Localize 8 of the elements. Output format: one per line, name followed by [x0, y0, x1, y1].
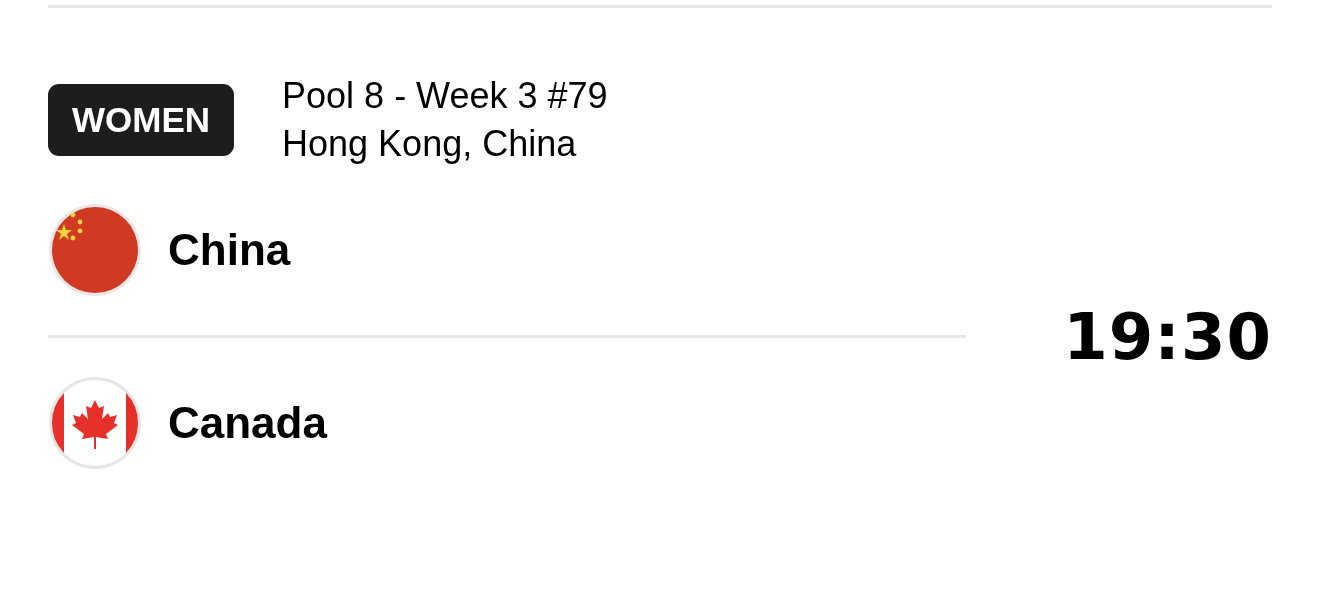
- team-name: Canada: [168, 398, 327, 448]
- match-venue: Hong Kong, China: [282, 122, 578, 166]
- flag-icon: [48, 203, 142, 297]
- match-time: 19:30: [1063, 299, 1272, 374]
- team-name: China: [168, 225, 291, 275]
- match-title: Pool 8 - Week 3 #79: [282, 74, 608, 118]
- flag-icon: [48, 376, 142, 470]
- category-badge: WOMEN: [48, 84, 235, 156]
